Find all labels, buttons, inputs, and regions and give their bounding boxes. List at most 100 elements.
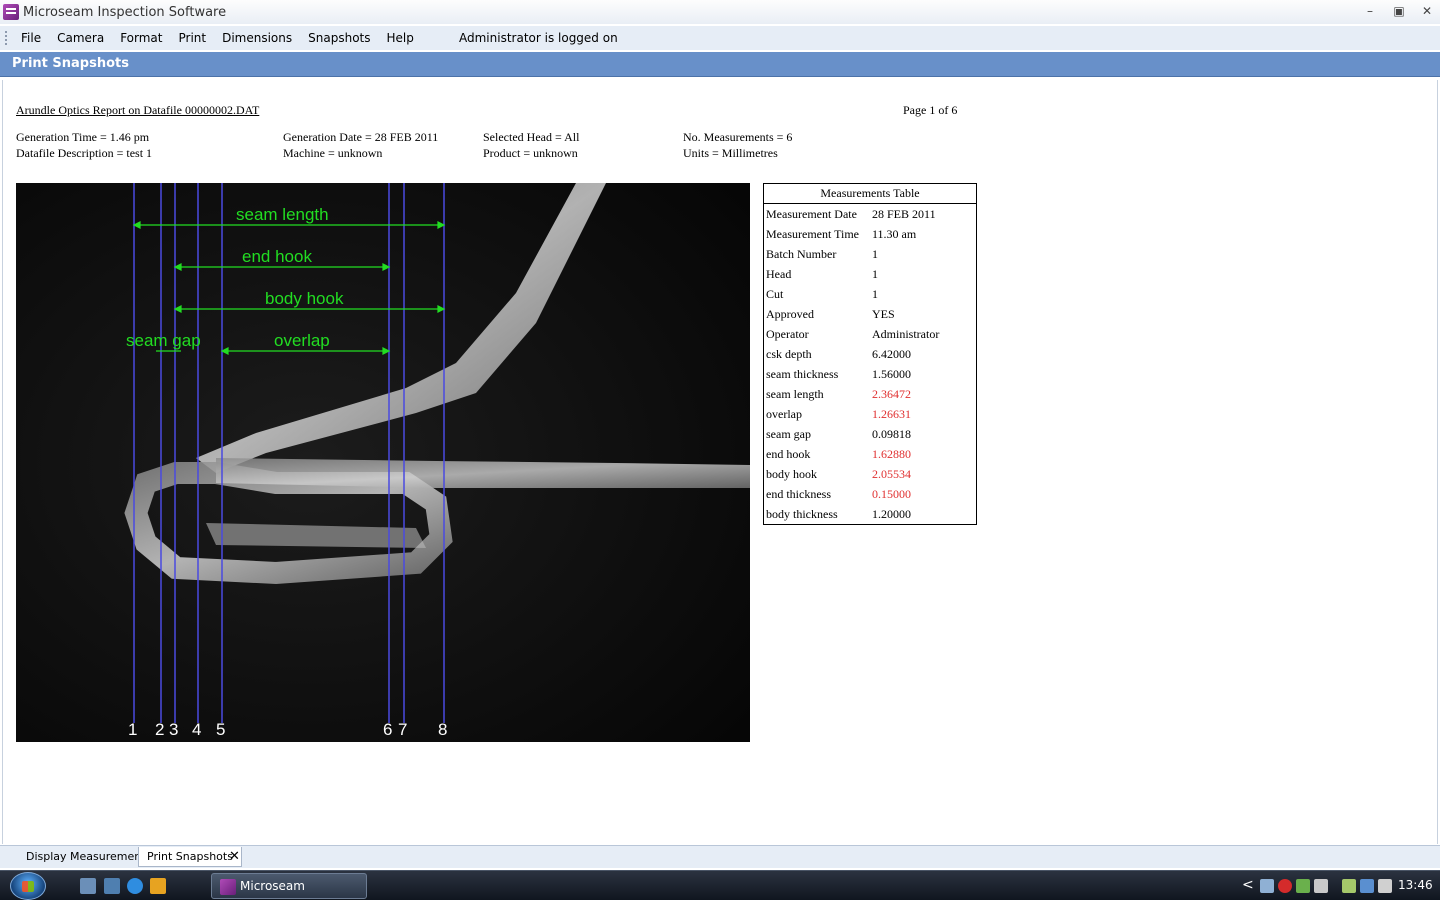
network-icon[interactable] xyxy=(1260,879,1274,893)
measurement-value: 11.30 am xyxy=(872,226,917,241)
line-number-3: 3 xyxy=(169,720,179,739)
window-title: Microseam Inspection Software xyxy=(23,4,227,20)
volume-icon[interactable] xyxy=(1378,879,1392,893)
menu-print[interactable]: Print xyxy=(170,26,214,50)
measurement-value: 1 xyxy=(872,266,878,281)
measurement-row: Cut 1 xyxy=(764,284,976,304)
measurement-value: 1 xyxy=(872,286,878,301)
measurement-row: Operator Administrator xyxy=(764,324,976,344)
menu-format[interactable]: Format xyxy=(112,26,170,50)
panel-header: Print Snapshots xyxy=(0,52,1440,77)
measurement-label: Operator xyxy=(766,326,809,341)
snapshot-drawing xyxy=(16,183,750,742)
report-area[interactable]: Arundle Optics Report on Datafile 000000… xyxy=(2,80,1438,844)
measurements-table-body: Measurement Date 28 FEB 2011 Measurement T… xyxy=(764,204,976,524)
generation-time: Generation Time = 1.46 pm xyxy=(16,130,150,144)
measurement-label: Approved xyxy=(766,306,814,321)
display-icon[interactable] xyxy=(1360,879,1374,893)
close-tab-icon[interactable]: ✕ xyxy=(229,847,240,867)
tab-print-snapshots[interactable]: Print Snapshots xyxy=(138,847,242,867)
taskbar-app-button[interactable]: Microseam Inspecti... xyxy=(211,873,367,917)
measurement-value: 0.09818 xyxy=(872,426,911,441)
minimize-button[interactable]: – xyxy=(1357,2,1383,20)
measurement-row: Measurement Date 28 FEB 2011 xyxy=(764,204,976,224)
line-number-8: 8 xyxy=(438,720,448,739)
menu-camera[interactable]: Camera xyxy=(49,26,112,50)
tray-expand-icon[interactable]: < xyxy=(1242,877,1254,893)
maximize-button[interactable]: ▣ xyxy=(1386,2,1412,20)
media-player-icon[interactable] xyxy=(150,878,166,894)
measurement-row: seam length 2.36472 xyxy=(764,384,976,404)
measurement-row: Batch Number 1 xyxy=(764,244,976,264)
measurement-value: 2.36472 xyxy=(872,386,911,401)
measurement-row: Measurement Time 11.30 am xyxy=(764,224,976,244)
measurement-row: body hook 2.05534 xyxy=(764,464,976,484)
measurement-row: csk depth 6.42000 xyxy=(764,344,976,364)
line-number-2: 2 xyxy=(155,720,165,739)
label-overlap: overlap xyxy=(274,331,330,350)
menu-bar: File Camera Format Print Dimensions Snap… xyxy=(0,26,1440,50)
menu-dimensions[interactable]: Dimensions xyxy=(214,26,300,50)
app-icon xyxy=(3,4,19,20)
selected-head: Selected Head = All xyxy=(483,130,580,144)
no-measurements: No. Measurements = 6 xyxy=(683,130,793,144)
measurement-value: 1.56000 xyxy=(872,366,911,381)
label-seam-length: seam length xyxy=(236,205,329,224)
measurement-label: body thickness xyxy=(766,506,838,521)
line-number-6: 6 xyxy=(383,720,393,739)
label-end-hook: end hook xyxy=(242,247,312,266)
wireless-icon[interactable] xyxy=(1296,879,1310,893)
show-desktop-icon[interactable] xyxy=(80,878,96,894)
measurement-value: 1.20000 xyxy=(872,506,911,521)
measurement-row: body thickness 1.20000 xyxy=(764,504,976,524)
measurement-label: end thickness xyxy=(766,486,831,501)
measurements-table: Measurements Table Measurement Date 28 FE… xyxy=(763,183,977,525)
measurement-row: Approved YES xyxy=(764,304,976,324)
clock[interactable]: 13:46 xyxy=(1398,878,1433,892)
measurement-label: body hook xyxy=(766,466,817,481)
close-button[interactable]: ✕ xyxy=(1414,2,1440,20)
machine: Machine = unknown xyxy=(283,146,383,160)
product: Product = unknown xyxy=(483,146,578,160)
measurement-row: overlap 1.26631 xyxy=(764,404,976,424)
generation-date: Generation Date = 28 FEB 2011 xyxy=(283,130,439,144)
taskbar: Microseam Inspecti... < 13:46 xyxy=(0,870,1440,917)
security-alert-icon[interactable] xyxy=(1278,879,1292,893)
datafile-description: Datafile Description = test 1 xyxy=(16,146,153,160)
measurement-row: end thickness 0.15000 xyxy=(764,484,976,504)
measurement-row: seam gap 0.09818 xyxy=(764,424,976,444)
measurement-value: 6.42000 xyxy=(872,346,911,361)
label-body-hook: body hook xyxy=(265,289,344,308)
report-title: Arundle Optics Report on Datafile 000000… xyxy=(16,103,260,117)
panel-title: Print Snapshots xyxy=(12,56,129,71)
measurements-table-title: Measurements Table xyxy=(764,184,976,204)
power-icon[interactable] xyxy=(1342,879,1356,893)
measurement-label: end hook xyxy=(766,446,811,461)
measurement-value: YES xyxy=(872,306,895,321)
menu-help[interactable]: Help xyxy=(379,26,422,50)
measurement-value: 1.62880 xyxy=(872,446,911,461)
measurement-value: 2.05534 xyxy=(872,466,911,481)
measurement-label: Batch Number xyxy=(766,246,837,261)
measurement-label: overlap xyxy=(766,406,802,421)
measurement-row: end hook 1.62880 xyxy=(764,444,976,464)
menu-snapshots[interactable]: Snapshots xyxy=(300,26,378,50)
line-number-7: 7 xyxy=(398,720,408,739)
lock-icon[interactable] xyxy=(1314,879,1328,893)
title-bar: Microseam Inspection Software – ▣ ✕ xyxy=(0,0,1440,24)
page-indicator: Page 1 of 6 xyxy=(903,103,958,117)
measurement-label: Measurement Time xyxy=(766,226,859,241)
measurement-row: seam thickness 1.56000 xyxy=(764,364,976,384)
line-number-1: 1 xyxy=(128,720,138,739)
measurement-label: csk depth xyxy=(766,346,812,361)
menu-grip-handle xyxy=(5,31,9,45)
app-icon xyxy=(220,879,236,895)
login-status: Administrator is logged on xyxy=(459,31,618,45)
measurement-value: 28 FEB 2011 xyxy=(872,206,936,221)
internet-explorer-icon[interactable] xyxy=(127,878,143,894)
menu-file[interactable]: File xyxy=(13,26,49,50)
start-button[interactable] xyxy=(10,872,46,900)
measurement-value: 1.26631 xyxy=(872,406,911,421)
seam-snapshot-image: seam length end hook body hook seam gap … xyxy=(16,183,750,742)
explorer-icon[interactable] xyxy=(104,878,120,894)
